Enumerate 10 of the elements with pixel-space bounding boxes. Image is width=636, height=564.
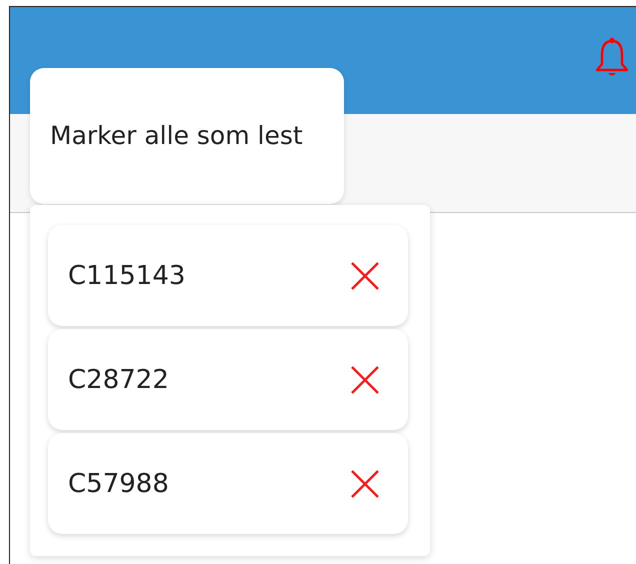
- mark-all-read-button[interactable]: Marker alle som lest: [30, 68, 344, 204]
- notification-card[interactable]: C57988: [48, 433, 408, 534]
- notification-id: C115143: [68, 260, 186, 290]
- close-icon[interactable]: [350, 364, 380, 394]
- notification-card[interactable]: C28722: [48, 329, 408, 430]
- notification-card[interactable]: C115143: [48, 225, 408, 326]
- notification-id: C57988: [68, 468, 169, 498]
- close-icon[interactable]: [350, 260, 380, 290]
- close-icon[interactable]: [350, 468, 380, 498]
- notification-id: C28722: [68, 364, 169, 394]
